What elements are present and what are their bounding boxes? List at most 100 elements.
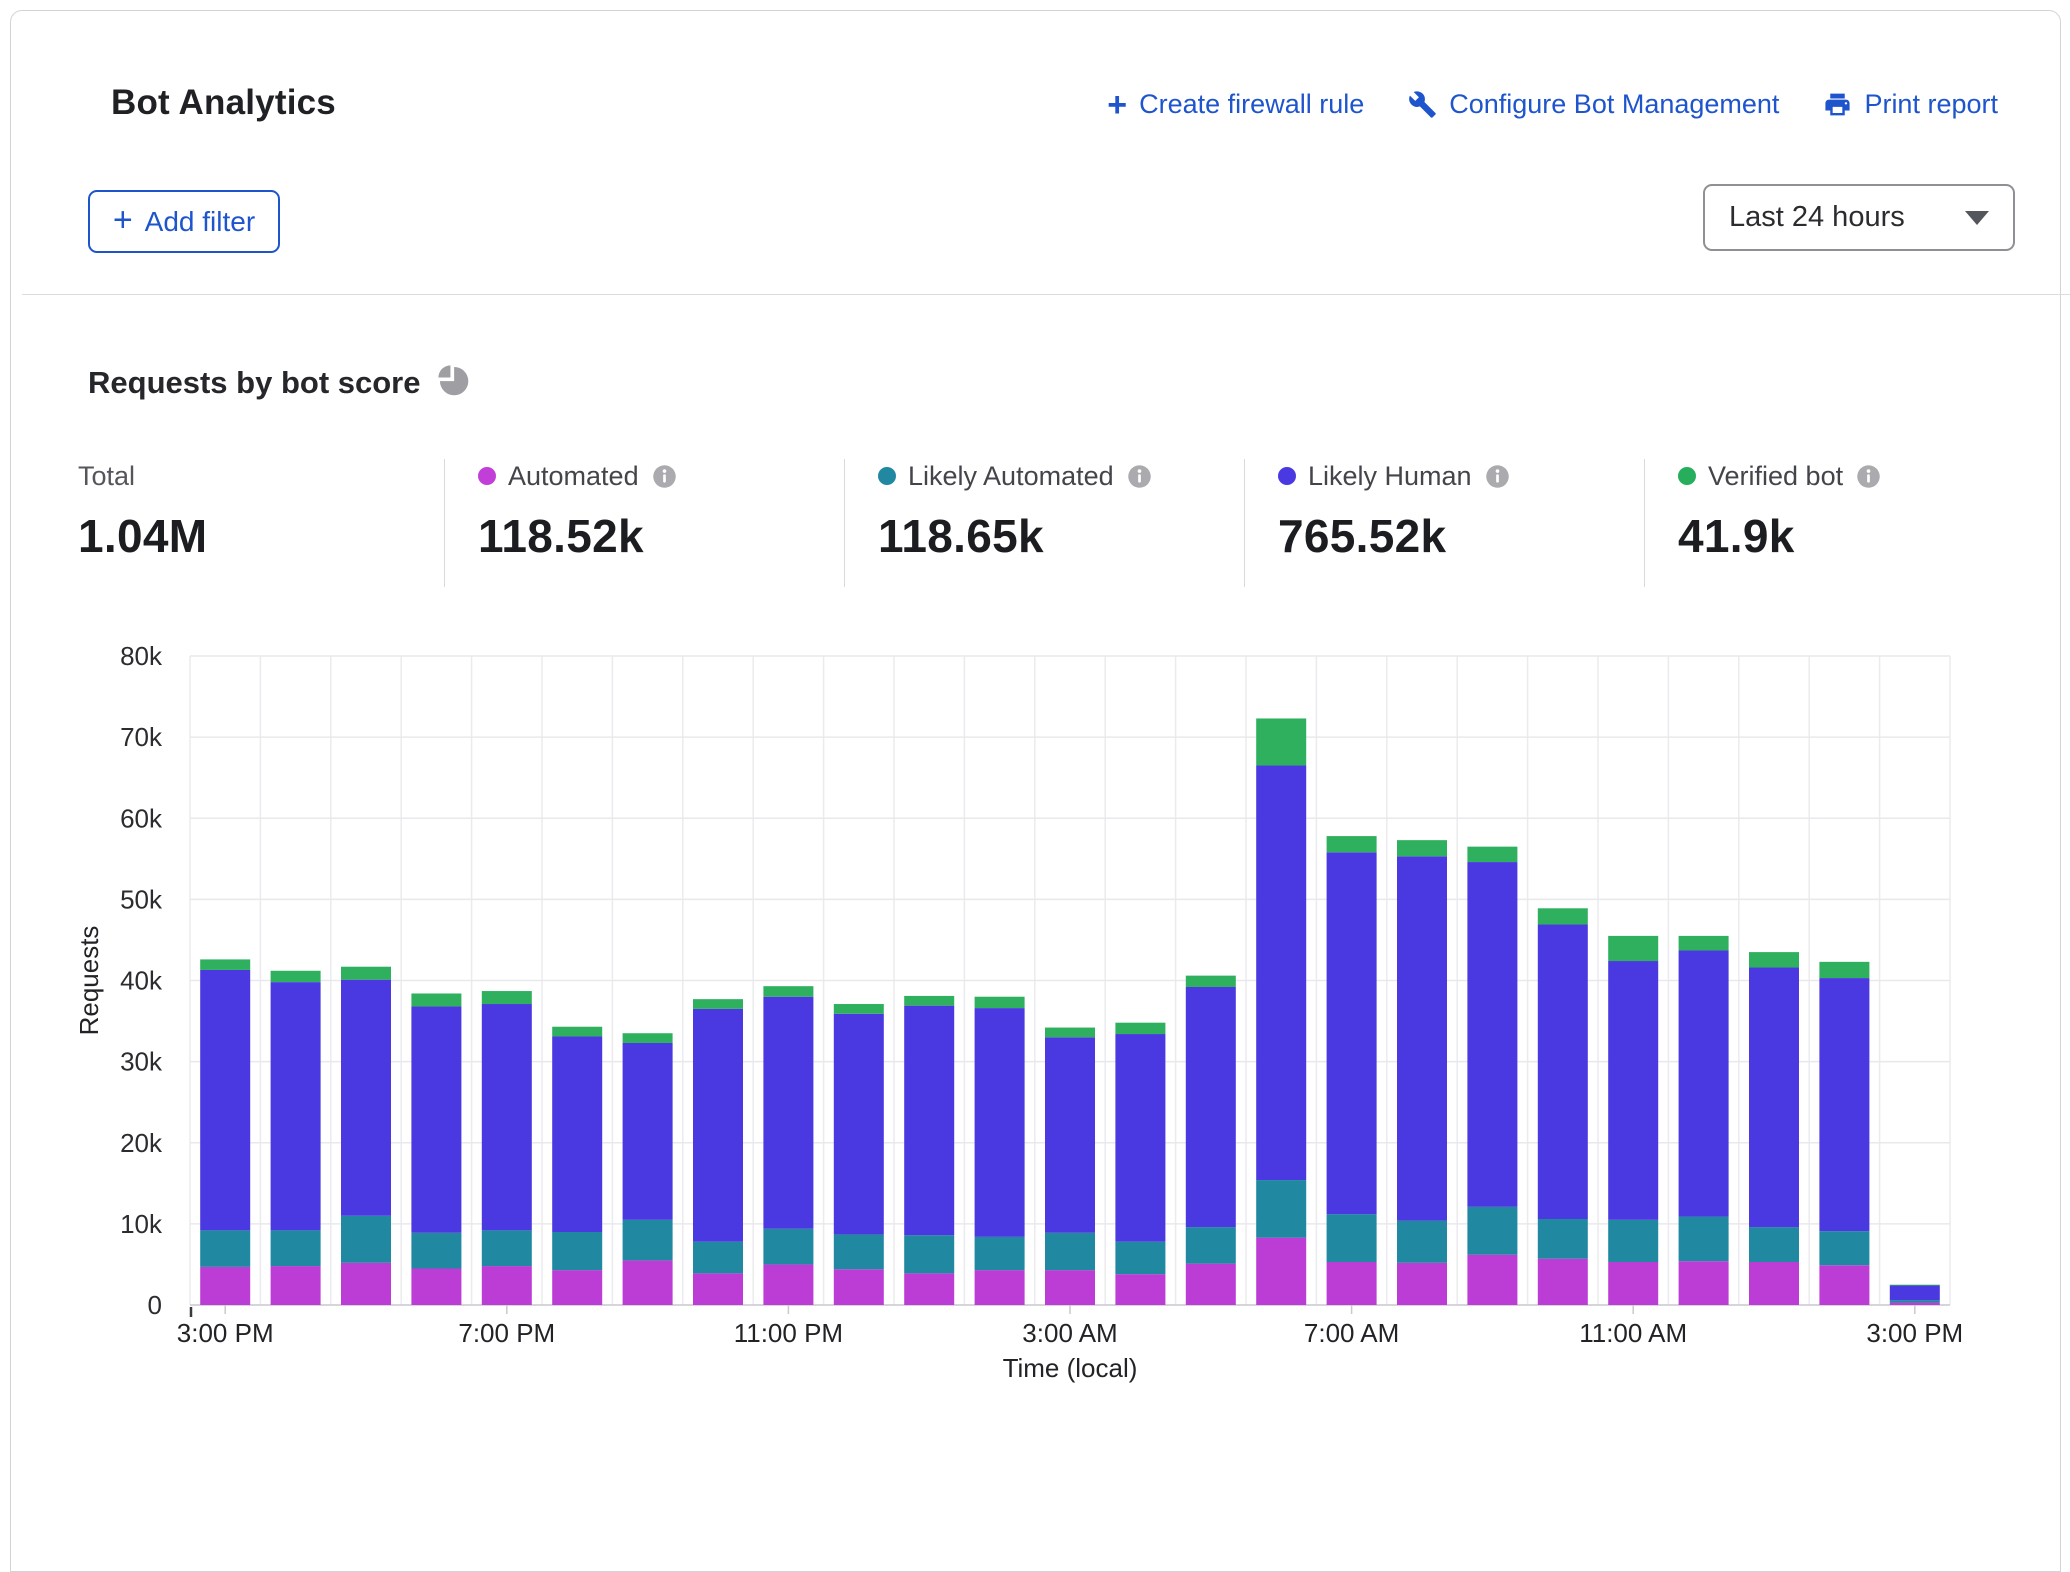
bar-group-4-00-am[interactable] [1115,1023,1165,1305]
bar-segment[interactable] [1327,852,1377,1214]
bar-segment[interactable] [271,1266,321,1305]
bar-segment[interactable] [904,1006,954,1236]
bar-group-5-00-am[interactable] [1186,976,1236,1305]
bar-segment[interactable] [1538,1259,1588,1305]
bar-segment[interactable] [200,959,250,970]
bar-segment[interactable] [834,1234,884,1269]
bar-segment[interactable] [1819,978,1869,1231]
bar-segment[interactable] [1045,1037,1095,1233]
bar-segment[interactable] [1538,908,1588,924]
bar-segment[interactable] [623,1033,673,1043]
bar-segment[interactable] [1115,1034,1165,1242]
bar-segment[interactable] [1467,1255,1517,1305]
bar-group-2-00-pm[interactable] [1819,962,1869,1305]
bar-segment[interactable] [1467,847,1517,862]
bar-segment[interactable] [763,997,813,1229]
bar-group-9-00-am[interactable] [1467,847,1517,1305]
bar-segment[interactable] [1467,1207,1517,1255]
bar-segment[interactable] [623,1260,673,1305]
bar-segment[interactable] [1679,950,1729,1216]
bar-segment[interactable] [552,1036,602,1232]
bar-segment[interactable] [834,1004,884,1014]
bar-segment[interactable] [1608,1262,1658,1305]
info-icon[interactable] [1126,463,1153,490]
bar-segment[interactable] [975,997,1025,1008]
bar-segment[interactable] [341,980,391,1216]
bar-group-12-00-pm[interactable] [1679,936,1729,1305]
add-filter-button[interactable]: + Add filter [88,190,280,253]
bar-segment[interactable] [1327,1214,1377,1262]
bar-segment[interactable] [1115,1242,1165,1274]
bar-segment[interactable] [1890,1303,1940,1305]
bar-segment[interactable] [904,1273,954,1305]
bar-segment[interactable] [693,999,743,1009]
bar-segment[interactable] [1045,1270,1095,1305]
bar-segment[interactable] [1256,1238,1306,1305]
bar-segment[interactable] [411,1006,461,1232]
time-range-select[interactable]: Last 24 hours [1703,184,2015,251]
bar-group-10-00-pm[interactable] [693,999,743,1305]
bar-segment[interactable] [1115,1023,1165,1034]
configure-bot-management-link[interactable]: Configure Bot Management [1408,89,1779,120]
bar-segment[interactable] [1186,1227,1236,1264]
bar-segment[interactable] [623,1043,673,1220]
bar-group-6-00-pm[interactable] [411,993,461,1305]
bar-group-8-00-pm[interactable] [552,1027,602,1305]
bar-segment[interactable] [1749,968,1799,1228]
bar-segment[interactable] [1608,961,1658,1220]
bar-segment[interactable] [1327,1262,1377,1305]
bar-segment[interactable] [1608,1220,1658,1262]
info-icon[interactable] [651,463,678,490]
bar-group-7-00-pm[interactable] [482,991,532,1305]
bar-segment[interactable] [1186,987,1236,1227]
bar-segment[interactable] [1256,766,1306,1181]
bar-segment[interactable] [1256,1180,1306,1238]
bar-segment[interactable] [975,1008,1025,1237]
bar-segment[interactable] [1397,856,1447,1220]
bar-segment[interactable] [1890,1285,1940,1286]
bar-segment[interactable] [763,986,813,997]
bar-segment[interactable] [271,971,321,982]
bar-segment[interactable] [200,970,250,1230]
bar-segment[interactable] [763,1264,813,1305]
bar-group-7-00-am[interactable] [1327,836,1377,1305]
bar-segment[interactable] [1890,1300,1940,1302]
bar-group-8-00-am[interactable] [1397,840,1447,1305]
bar-segment[interactable] [693,1242,743,1274]
bar-segment[interactable] [1256,718,1306,765]
bar-group-1-00-pm[interactable] [1749,952,1799,1305]
bar-group-11-00-pm[interactable] [763,986,813,1305]
info-icon[interactable] [1484,463,1511,490]
bar-segment[interactable] [200,1267,250,1305]
bar-segment[interactable] [1115,1274,1165,1305]
info-icon[interactable] [1855,463,1882,490]
bar-group-3-00-pm[interactable] [1890,1285,1940,1305]
bar-segment[interactable] [1608,936,1658,961]
bar-segment[interactable] [341,967,391,980]
bar-segment[interactable] [1819,1231,1869,1265]
bar-group-10-00-am[interactable] [1538,908,1588,1305]
bar-segment[interactable] [271,982,321,1230]
bar-segment[interactable] [200,1230,250,1267]
bar-segment[interactable] [1749,1262,1799,1305]
bar-group-2-00-am[interactable] [975,997,1025,1305]
bar-segment[interactable] [693,1273,743,1305]
bar-group-4-00-pm[interactable] [271,971,321,1305]
bar-segment[interactable] [975,1237,1025,1270]
bar-segment[interactable] [1045,1028,1095,1038]
bar-segment[interactable] [1819,962,1869,978]
bar-segment[interactable] [1679,1217,1729,1262]
bar-segment[interactable] [411,1233,461,1269]
create-firewall-rule-link[interactable]: +Create firewall rule [1107,89,1364,120]
bar-segment[interactable] [1679,936,1729,951]
bar-segment[interactable] [552,1027,602,1037]
bar-group-5-00-pm[interactable] [341,967,391,1305]
bar-segment[interactable] [623,1220,673,1261]
bar-segment[interactable] [552,1270,602,1305]
bar-segment[interactable] [271,1230,321,1266]
bar-segment[interactable] [1819,1265,1869,1305]
bar-segment[interactable] [1538,925,1588,1219]
bar-segment[interactable] [1397,1221,1447,1263]
bar-segment[interactable] [482,1230,532,1266]
bar-segment[interactable] [904,1235,954,1273]
